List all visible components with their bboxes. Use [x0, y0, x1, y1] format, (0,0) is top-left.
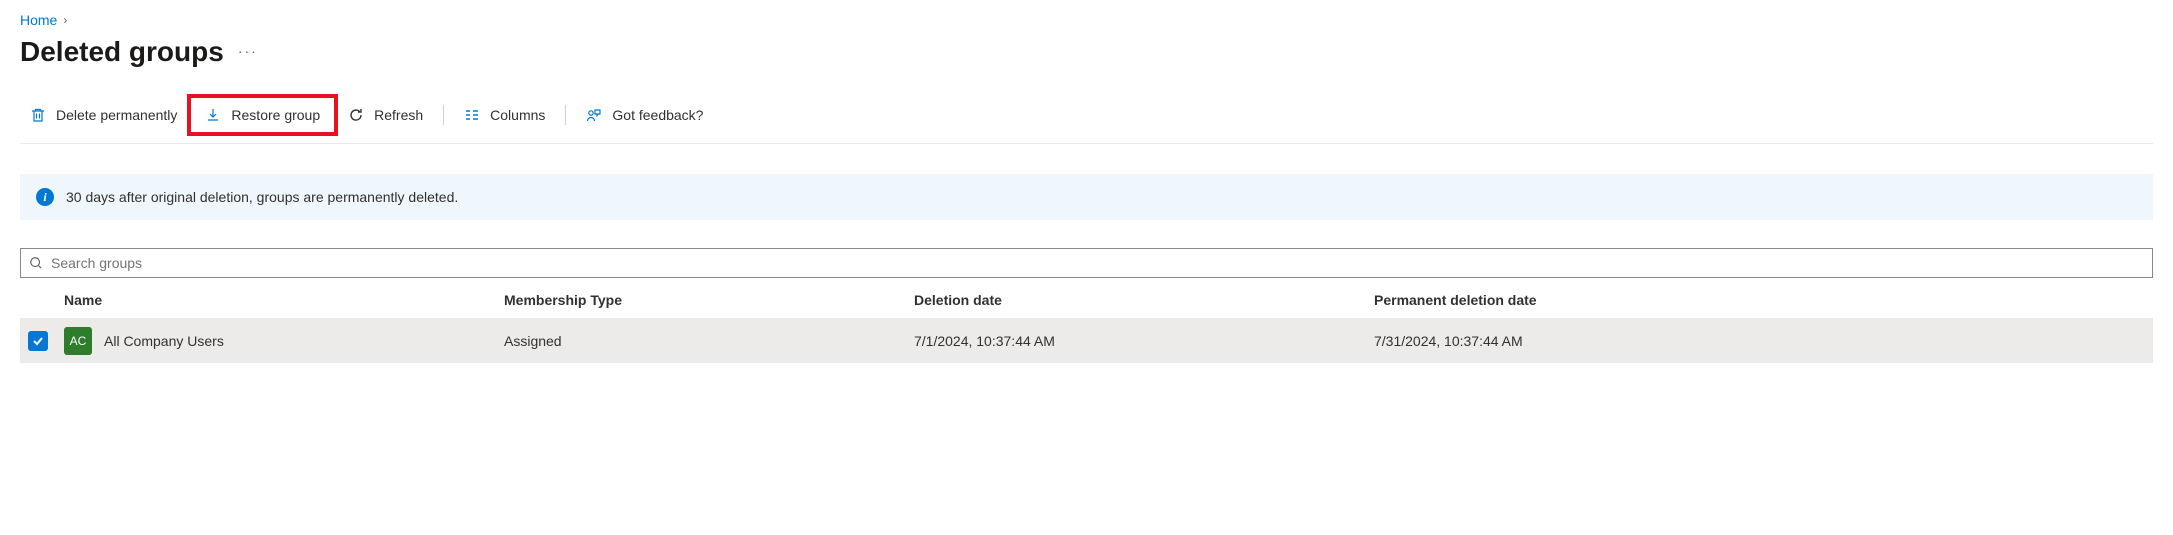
column-header-membership-type[interactable]: Membership Type — [496, 282, 906, 319]
restore-group-button[interactable]: Restore group — [195, 101, 330, 129]
trash-icon — [30, 107, 46, 123]
search-row[interactable] — [20, 248, 2153, 278]
row-checkbox[interactable] — [28, 331, 48, 351]
search-input[interactable] — [51, 255, 2144, 271]
columns-button[interactable]: Columns — [454, 101, 555, 129]
column-header-permanent-deletion-date[interactable]: Permanent deletion date — [1366, 282, 2153, 319]
column-header-select[interactable] — [20, 282, 56, 319]
restore-highlight: Restore group — [187, 94, 338, 136]
page-title: Deleted groups — [20, 36, 224, 68]
download-icon — [205, 107, 221, 123]
columns-icon — [464, 107, 480, 123]
table-row[interactable]: AC All Company Users Assigned 7/1/2024, … — [20, 319, 2153, 364]
info-bar: i 30 days after original deletion, group… — [20, 174, 2153, 220]
breadcrumb: Home › — [20, 12, 2153, 28]
avatar: AC — [64, 327, 92, 355]
group-name[interactable]: All Company Users — [104, 333, 224, 349]
membership-type-cell: Assigned — [496, 319, 906, 364]
chevron-right-icon: › — [63, 13, 67, 27]
permanent-deletion-date-cell: 7/31/2024, 10:37:44 AM — [1366, 319, 2153, 364]
feedback-label: Got feedback? — [612, 107, 703, 123]
deletion-date-cell: 7/1/2024, 10:37:44 AM — [906, 319, 1366, 364]
info-icon: i — [36, 188, 54, 206]
column-header-deletion-date[interactable]: Deletion date — [906, 282, 1366, 319]
toolbar-separator — [443, 105, 444, 125]
search-icon — [29, 256, 43, 270]
refresh-button[interactable]: Refresh — [338, 101, 433, 129]
info-message: 30 days after original deletion, groups … — [66, 189, 458, 205]
columns-label: Columns — [490, 107, 545, 123]
person-feedback-icon — [586, 107, 602, 123]
groups-table: Name Membership Type Deletion date Perma… — [20, 282, 2153, 363]
delete-permanently-button[interactable]: Delete permanently — [20, 101, 187, 129]
feedback-button[interactable]: Got feedback? — [576, 101, 713, 129]
column-header-name[interactable]: Name — [56, 282, 496, 319]
refresh-icon — [348, 107, 364, 123]
toolbar-separator — [565, 105, 566, 125]
page-title-row: Deleted groups ··· — [20, 36, 2153, 68]
breadcrumb-home[interactable]: Home — [20, 12, 57, 28]
toolbar: Delete permanently Restore group Refresh… — [20, 94, 2153, 144]
more-actions-button[interactable]: ··· — [238, 43, 258, 61]
refresh-label: Refresh — [374, 107, 423, 123]
delete-permanently-label: Delete permanently — [56, 107, 177, 123]
restore-group-label: Restore group — [231, 107, 320, 123]
table-header-row: Name Membership Type Deletion date Perma… — [20, 282, 2153, 319]
